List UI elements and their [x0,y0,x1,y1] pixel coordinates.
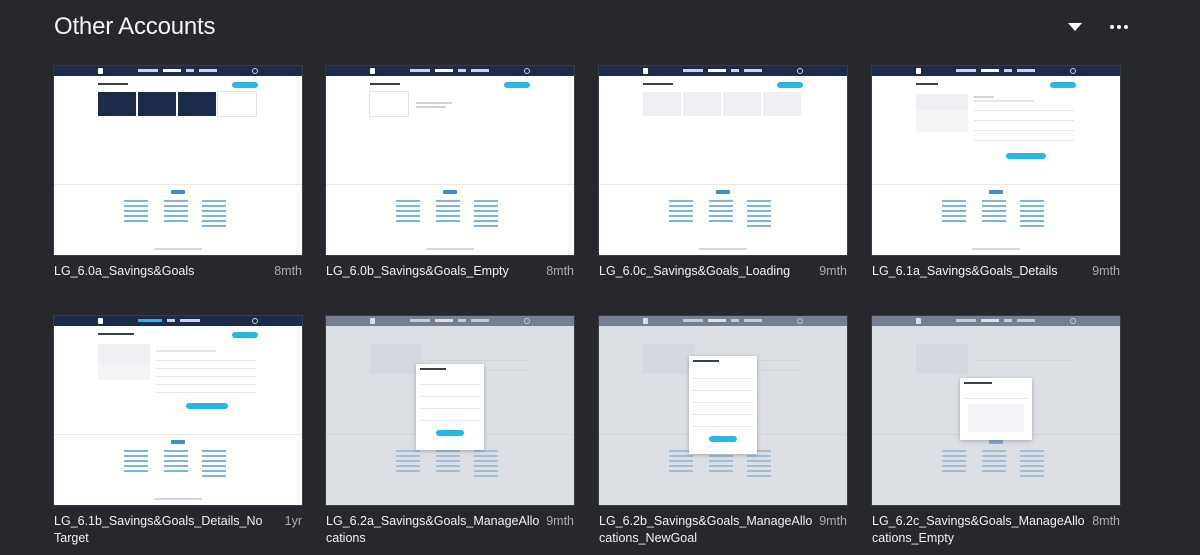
caret-down-icon[interactable] [1068,23,1082,31]
page-header: Other Accounts [54,10,1200,50]
more-horizontal-icon[interactable] [1110,25,1128,29]
file-card[interactable]: LG_6.2c_Savings&Goals_ManageAllocations_… [872,316,1120,549]
file-name[interactable]: LG_6.1b_Savings&Goals_Details_NoTarget [54,513,268,547]
file-age: 9mth [546,514,574,528]
file-age: 9mth [819,264,847,278]
file-card[interactable]: LG_6.2b_Savings&Goals_ManageAllocations_… [599,316,847,549]
file-card[interactable]: LG_6.0c_Savings&Goals_Loading 9mth [599,66,847,299]
header-actions [1068,10,1128,44]
file-name[interactable]: LG_6.1a_Savings&Goals_Details [872,263,1086,280]
file-name[interactable]: LG_6.0b_Savings&Goals_Empty [326,263,540,280]
file-age: 8mth [1092,514,1120,528]
file-card[interactable]: LG_6.0b_Savings&Goals_Empty 8mth [326,66,574,299]
file-thumbnail[interactable] [599,316,847,505]
file-age: 8mth [546,264,574,278]
file-name[interactable]: LG_6.2a_Savings&Goals_ManageAllocations [326,513,540,547]
file-name[interactable]: LG_6.2b_Savings&Goals_ManageAllocations_… [599,513,813,547]
file-thumbnail[interactable] [872,66,1120,255]
file-card[interactable]: LG_6.0a_Savings&Goals 8mth [54,66,302,299]
file-thumbnail[interactable] [54,66,302,255]
file-thumbnail[interactable] [872,316,1120,505]
file-thumbnail[interactable] [326,316,574,505]
file-card[interactable]: LG_6.1a_Savings&Goals_Details 9mth [872,66,1120,299]
file-thumbnail[interactable] [54,316,302,505]
file-name[interactable]: LG_6.0a_Savings&Goals [54,263,268,280]
file-card[interactable]: LG_6.1b_Savings&Goals_Details_NoTarget 1… [54,316,302,549]
file-thumbnail[interactable] [599,66,847,255]
file-name[interactable]: LG_6.2c_Savings&Goals_ManageAllocations_… [872,513,1086,547]
file-card[interactable]: LG_6.2a_Savings&Goals_ManageAllocations … [326,316,574,549]
file-thumbnail[interactable] [326,66,574,255]
file-age: 9mth [819,514,847,528]
page-title: Other Accounts [54,13,216,40]
file-age: 1yr [284,514,302,528]
file-name[interactable]: LG_6.0c_Savings&Goals_Loading [599,263,813,280]
file-age: 9mth [1092,264,1120,278]
file-age: 8mth [274,264,302,278]
